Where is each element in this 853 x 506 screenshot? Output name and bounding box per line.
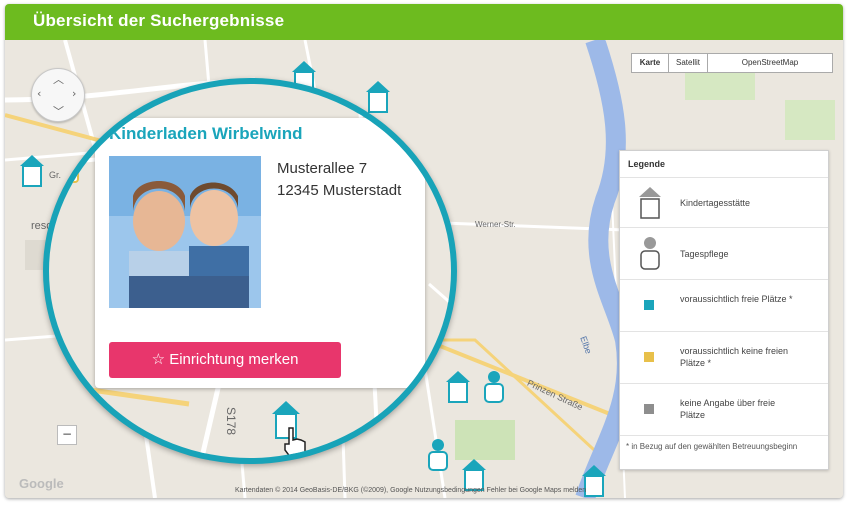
children-photo-image (109, 156, 261, 308)
legend-item-tagespflege: Tagespflege (620, 227, 828, 280)
legend-label: keine Angabe über freie Plätze (680, 398, 776, 420)
tagespflege-person-icon (640, 237, 660, 270)
legend-label: voraussichtlich keine freien Plätze * (680, 346, 789, 368)
hand-cursor-icon (284, 427, 306, 458)
tagespflege-map-pin[interactable] (59, 154, 81, 184)
map-attribution[interactable]: Kartendaten © 2014 GeoBasis-DE/BKG (©200… (235, 487, 843, 494)
tagespflege-map-pin[interactable] (481, 370, 507, 404)
legend-label: Tagespflege (680, 249, 729, 259)
header-bar: Übersicht der Suchergebnisse (5, 4, 843, 40)
legend-item-free: voraussichtlich freie Plätze * (620, 279, 828, 332)
map-type-osm-button[interactable]: OpenStreetMap (707, 53, 833, 73)
search-results-panel: Übersicht der Suchergebnisse ︿ ‹ › ﹀ − K… (5, 4, 843, 498)
no-info-square-icon (644, 404, 654, 414)
map-type-satellit-button[interactable]: Satellit (668, 53, 708, 73)
facility-photo (109, 156, 261, 308)
legend-item-kita: Kindertagesstätte (620, 177, 828, 228)
map-type-karte-button[interactable]: Karte (631, 53, 669, 73)
map-legend: Legende Kindertagesstätte Tagespflege vo… (619, 150, 829, 470)
legend-label: voraussichtlich freie Plätze * (680, 294, 793, 304)
kita-map-pin[interactable] (19, 154, 45, 188)
legend-footnote: * in Bezug auf den gewählten Betreuungsb… (626, 442, 798, 451)
legend-label: Kindertagesstätte (680, 198, 751, 208)
popup-title[interactable]: Kinderladen Wirbelwind (109, 124, 302, 144)
road-label-left: Werner-Str. (475, 220, 516, 229)
kita-house-icon (639, 187, 661, 219)
legend-title: Legende (628, 159, 666, 169)
save-facility-button[interactable]: ☆ Einrichtung merken (109, 342, 341, 378)
no-free-places-square-icon (644, 352, 654, 362)
legend-divider (620, 435, 828, 436)
free-places-square-icon (644, 300, 654, 310)
magnifier-lens: S178 Kinderladen Wirbelwind Musterallee … (43, 78, 457, 464)
info-popup: Kinderladen Wirbelwind Musterallee 7 123… (95, 118, 439, 388)
pan-left-icon[interactable]: ‹ (37, 87, 41, 100)
popup-address-city: 12345 Musterstadt (277, 182, 402, 199)
lens-road-label: S178 (224, 406, 239, 436)
google-logo: Google (19, 476, 64, 491)
popup-address-street: Musterallee 7 (277, 160, 368, 177)
legend-item-no-info: keine Angabe über freie Plätze (620, 383, 828, 436)
legend-item-no-free: voraussichtlich keine freien Plätze * (620, 331, 828, 384)
page-title: Übersicht der Suchergebnisse (33, 11, 285, 30)
